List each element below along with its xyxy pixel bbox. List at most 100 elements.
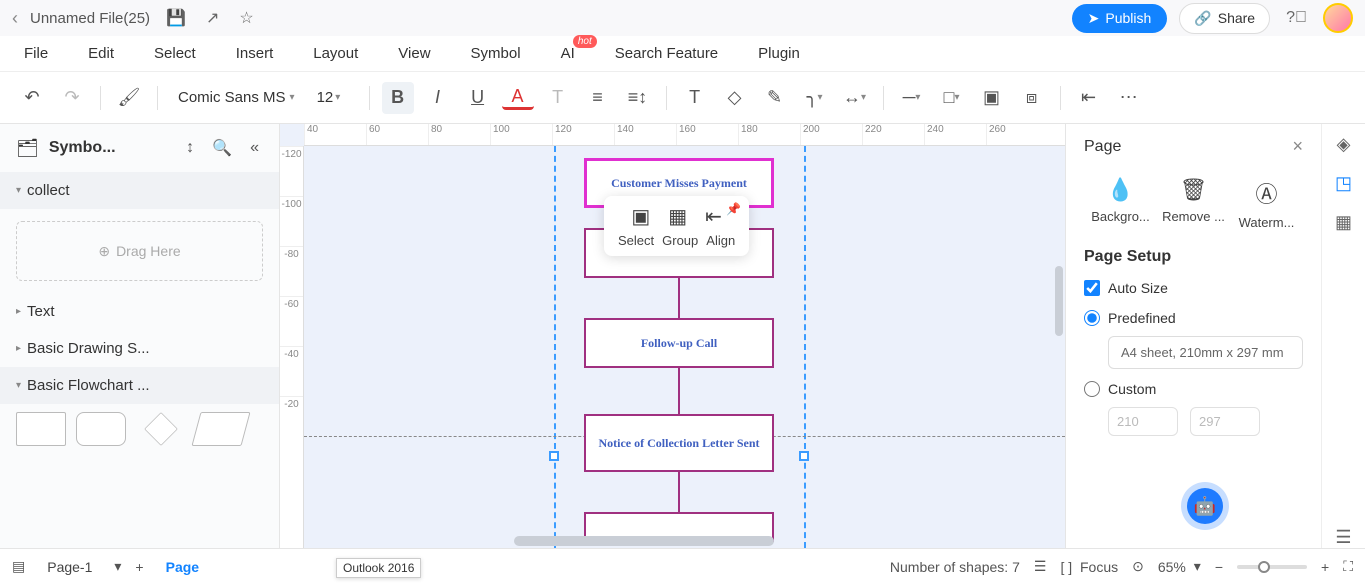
focus-button[interactable]: [ ] Focus bbox=[1060, 559, 1118, 575]
share-button[interactable]: 🔗 Share bbox=[1179, 3, 1270, 34]
pin-icon[interactable]: 📌 bbox=[726, 202, 741, 216]
file-name: Unnamed File(25) bbox=[30, 10, 150, 27]
menu-edit[interactable]: Edit bbox=[88, 45, 114, 62]
menu-symbol[interactable]: Symbol bbox=[471, 45, 521, 62]
paperplane-icon: ➤ bbox=[1088, 10, 1100, 27]
underline-button[interactable]: U bbox=[462, 82, 494, 114]
add-page-button[interactable]: + bbox=[135, 559, 143, 575]
predefined-radio[interactable]: Predefined bbox=[1084, 310, 1303, 326]
rail-page-icon[interactable]: ◳ bbox=[1335, 173, 1352, 194]
more-button[interactable]: ⋯ bbox=[1113, 82, 1145, 114]
search-icon[interactable]: 🔍 bbox=[208, 138, 236, 158]
menu-select[interactable]: Select bbox=[154, 45, 196, 62]
preset-select[interactable]: A4 sheet, 210mm x 297 mm bbox=[1108, 336, 1303, 369]
align-button[interactable]: ≡ bbox=[582, 82, 614, 114]
star-icon[interactable]: ☆ bbox=[235, 4, 257, 32]
ai-assistant-button[interactable]: 🤖 bbox=[1187, 488, 1223, 524]
line-spacing-button[interactable]: ≡↕ bbox=[622, 82, 654, 114]
flow-node-4[interactable]: Notice of Collection Letter Sent bbox=[584, 414, 774, 472]
shadow-button[interactable]: ▣ bbox=[976, 82, 1008, 114]
shape-style-button[interactable]: □▾ bbox=[936, 82, 968, 114]
drop-zone[interactable]: ⊕Drag Here bbox=[16, 221, 263, 281]
undo-button[interactable]: ↶ bbox=[16, 82, 48, 114]
menu-insert[interactable]: Insert bbox=[236, 45, 274, 62]
font-color-button[interactable]: A bbox=[502, 86, 534, 110]
layers-icon[interactable]: ☰ bbox=[1034, 558, 1047, 575]
flow-node-3[interactable]: Follow-up Call bbox=[584, 318, 774, 368]
page-options-icon[interactable]: ▾ bbox=[114, 558, 121, 575]
page-tab-1[interactable]: Page-1 bbox=[39, 555, 100, 579]
collapse-sidebar-icon[interactable]: « bbox=[246, 139, 263, 157]
select-tool-icon[interactable]: ▣ bbox=[631, 204, 650, 229]
align-objects-button[interactable]: ⇤ bbox=[1073, 82, 1105, 114]
connector-button[interactable]: ╮▾ bbox=[799, 82, 831, 114]
publish-button[interactable]: ➤ Publish bbox=[1072, 4, 1168, 33]
font-family-select[interactable]: Comic Sans MS▾ bbox=[170, 85, 303, 110]
flow-connector-2[interactable] bbox=[678, 278, 680, 318]
group-tool-icon[interactable]: ▦ bbox=[668, 204, 687, 229]
user-avatar[interactable] bbox=[1323, 3, 1353, 33]
shape-rectangle[interactable] bbox=[16, 412, 66, 446]
zoom-value[interactable]: 65% ▾ bbox=[1158, 558, 1201, 575]
flow-connector-4[interactable] bbox=[678, 472, 680, 512]
expand-icon[interactable]: ↕ bbox=[182, 139, 198, 157]
back-button[interactable]: ‹ bbox=[12, 8, 18, 29]
align-tool-icon[interactable]: ⇤ bbox=[705, 204, 722, 229]
remove-button[interactable]: 🗑Remove ... bbox=[1158, 177, 1230, 230]
selection-handle-right[interactable] bbox=[799, 451, 809, 461]
menu-view[interactable]: View bbox=[398, 45, 430, 62]
font-size-select[interactable]: 12▾ bbox=[311, 85, 357, 110]
canvas[interactable]: 406080100120140160180200220240260 -120-1… bbox=[280, 124, 1065, 548]
canvas-hscrollbar[interactable] bbox=[514, 536, 774, 546]
flow-connector-3[interactable] bbox=[678, 368, 680, 414]
fit-icon[interactable]: ⊙ bbox=[1132, 558, 1144, 575]
fill-button[interactable]: ◇ bbox=[719, 82, 751, 114]
pen-button[interactable]: ✎ bbox=[759, 82, 791, 114]
format-painter-button[interactable]: 🖌 bbox=[113, 82, 145, 114]
rail-settings-icon[interactable]: ☰ bbox=[1335, 527, 1351, 548]
page-indicator[interactable]: Page bbox=[158, 555, 207, 579]
shape-rounded-rect[interactable] bbox=[76, 412, 126, 446]
section-text[interactable]: ▸Text bbox=[0, 293, 279, 330]
shape-diamond[interactable] bbox=[144, 412, 178, 446]
bold-button[interactable]: B bbox=[382, 82, 414, 114]
save-icon[interactable]: 💾 bbox=[162, 4, 190, 32]
close-panel-icon[interactable]: × bbox=[1292, 136, 1303, 157]
strikethrough-button[interactable]: T bbox=[542, 82, 574, 114]
watermark-button[interactable]: ⒶWaterm... bbox=[1231, 177, 1303, 230]
page-panel: Page × 💧Backgro... 🗑Remove ... ⒶWaterm..… bbox=[1066, 124, 1321, 548]
zoom-slider[interactable] bbox=[1237, 565, 1307, 569]
canvas-vscrollbar[interactable] bbox=[1055, 266, 1063, 336]
height-input[interactable] bbox=[1190, 407, 1260, 436]
menu-layout[interactable]: Layout bbox=[313, 45, 358, 62]
auto-size-checkbox[interactable]: Auto Size bbox=[1084, 280, 1303, 296]
width-input[interactable] bbox=[1108, 407, 1178, 436]
section-basic-flowchart[interactable]: ▾Basic Flowchart ... bbox=[0, 367, 279, 404]
rail-grid-icon[interactable]: ▦ bbox=[1335, 212, 1352, 233]
menu-ai[interactable]: AI hot bbox=[561, 45, 575, 62]
section-collect[interactable]: ▾collect bbox=[0, 172, 279, 209]
shape-parallelogram[interactable] bbox=[191, 412, 250, 446]
menu-search-feature[interactable]: Search Feature bbox=[615, 45, 718, 62]
shape-count: Number of shapes: 7 bbox=[890, 559, 1020, 575]
line-style-button[interactable]: ─▾ bbox=[896, 82, 928, 114]
zoom-out-button[interactable]: − bbox=[1215, 559, 1223, 575]
fullscreen-icon[interactable]: ⛶ bbox=[1343, 558, 1353, 575]
rail-style-icon[interactable]: ◈ bbox=[1337, 134, 1351, 155]
section-basic-drawing[interactable]: ▸Basic Drawing S... bbox=[0, 330, 279, 367]
help-icon[interactable]: ?⃝ bbox=[1282, 5, 1311, 31]
menu-plugin[interactable]: Plugin bbox=[758, 45, 800, 62]
layers-button[interactable]: ⧈ bbox=[1016, 82, 1048, 114]
italic-button[interactable]: I bbox=[422, 82, 454, 114]
background-button[interactable]: 💧Backgro... bbox=[1085, 177, 1157, 230]
text-tool-button[interactable]: T bbox=[679, 82, 711, 114]
outline-toggle[interactable]: ▤ bbox=[12, 558, 25, 575]
paint-bucket-icon: 💧 bbox=[1107, 177, 1134, 203]
zoom-in-button[interactable]: + bbox=[1321, 559, 1329, 575]
export-icon[interactable]: ↗ bbox=[202, 4, 223, 32]
custom-radio[interactable]: Custom bbox=[1084, 381, 1303, 397]
selection-handle-left[interactable] bbox=[549, 451, 559, 461]
arrow-style-button[interactable]: ↔▾ bbox=[839, 82, 871, 114]
menu-file[interactable]: File bbox=[24, 45, 48, 62]
redo-button[interactable]: ↷ bbox=[56, 82, 88, 114]
